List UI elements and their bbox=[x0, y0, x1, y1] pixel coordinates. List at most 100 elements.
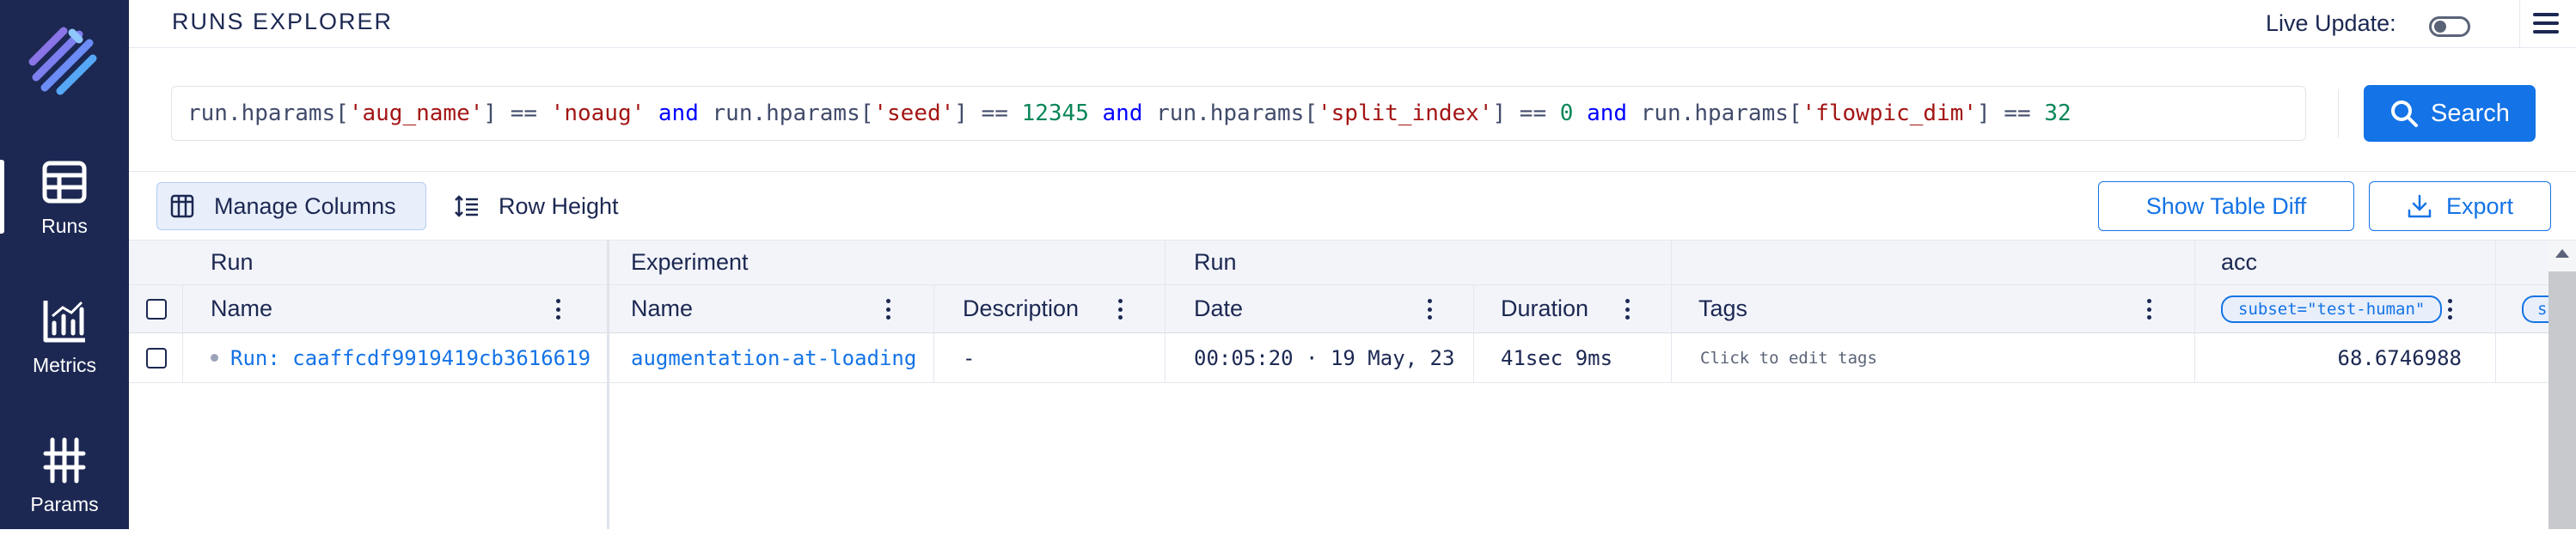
vertical-scrollbar[interactable] bbox=[2548, 241, 2576, 529]
group-run-info: Run bbox=[1194, 241, 1237, 284]
divider bbox=[1671, 333, 1672, 382]
group-acc-label: acc bbox=[2221, 249, 2258, 275]
column-header-tags[interactable]: Tags bbox=[1698, 285, 1747, 332]
column-header-name[interactable]: Name bbox=[211, 285, 272, 332]
divider bbox=[2194, 285, 2195, 332]
table-toolbar: Manage Columns Row Height Show Table Dif… bbox=[129, 172, 2576, 241]
column-menu-icon[interactable] bbox=[1427, 299, 1432, 320]
group-run-label: Run bbox=[211, 249, 254, 275]
pinned-column-divider[interactable] bbox=[607, 241, 609, 529]
aim-logo-icon[interactable] bbox=[26, 24, 100, 98]
page-title: RUNS EXPLORER bbox=[172, 9, 394, 34]
live-update-label: Live Update: bbox=[2266, 10, 2396, 36]
column-header-duration[interactable]: Duration bbox=[1501, 285, 1588, 332]
duration-value: 41sec 9ms bbox=[1501, 345, 1613, 370]
divider bbox=[1671, 285, 1672, 332]
show-table-diff-button[interactable]: Show Table Diff bbox=[2098, 181, 2354, 231]
group-experiment-label: Experiment bbox=[631, 249, 749, 275]
run-name-cell: Run: caaffcdf9919419cb3616619 bbox=[211, 333, 590, 382]
query-token: 'split_index' bbox=[1317, 100, 1493, 126]
query-token: 'noaug' bbox=[550, 100, 646, 126]
sidebar-item-runs[interactable]: Runs bbox=[0, 137, 129, 258]
params-icon bbox=[43, 437, 86, 483]
show-table-diff-label: Show Table Diff bbox=[2145, 192, 2307, 219]
column-header-label: Name bbox=[211, 295, 273, 321]
divider bbox=[933, 333, 934, 382]
menu-icon[interactable] bbox=[2531, 10, 2561, 36]
column-header-label: Description bbox=[963, 295, 1080, 321]
column-menu-icon[interactable] bbox=[2447, 299, 2452, 320]
search-divider bbox=[2338, 89, 2339, 137]
row-select-cell bbox=[146, 333, 167, 382]
sidebar-item-label: Runs bbox=[41, 214, 88, 237]
select-all-checkbox[interactable] bbox=[146, 298, 167, 320]
run-link[interactable]: Run: caaffcdf9919419cb3616619 bbox=[230, 346, 590, 370]
group-run: Run bbox=[211, 241, 254, 284]
chart-icon bbox=[43, 300, 85, 342]
row-height-label: Row Height bbox=[499, 192, 619, 219]
column-header-label: Duration bbox=[1501, 295, 1589, 321]
row-checkbox[interactable] bbox=[146, 347, 167, 368]
export-label: Export bbox=[2445, 192, 2514, 219]
query-input[interactable]: run.hparams[ 'aug_name' ] == 'noaug' and r… bbox=[171, 86, 2306, 141]
tags-cell[interactable]: Click to edit tags bbox=[1700, 333, 1877, 382]
group-acc: acc bbox=[2221, 241, 2257, 284]
download-icon bbox=[2408, 194, 2432, 218]
query-token: 'flowpic_dim' bbox=[1802, 100, 1978, 126]
row-height-icon bbox=[455, 195, 478, 217]
sidebar-item-label: Params bbox=[30, 492, 99, 515]
column-header-next[interactable]: s bbox=[2522, 285, 2548, 332]
table-row[interactable]: Run: caaffcdf9919419cb3616619 augmentati… bbox=[129, 333, 2548, 383]
column-menu-icon[interactable] bbox=[885, 299, 890, 320]
query-token: 'aug_name' bbox=[348, 100, 484, 126]
column-menu-icon[interactable] bbox=[1625, 299, 1630, 320]
column-header-label: Name bbox=[631, 295, 694, 321]
divider bbox=[1473, 333, 1474, 382]
query-token: and bbox=[1088, 100, 1157, 126]
column-menu-icon[interactable] bbox=[555, 299, 560, 320]
table-icon bbox=[42, 161, 87, 203]
run-status-dot-icon bbox=[211, 354, 218, 362]
scroll-thumb[interactable] bbox=[2548, 271, 2576, 529]
columns-icon bbox=[170, 194, 194, 218]
date-value: 00:05:20 · 19 May, 23 bbox=[1194, 345, 1455, 370]
column-menu-icon[interactable] bbox=[2146, 299, 2151, 320]
acc-value: 68.6746988 bbox=[2337, 345, 2463, 370]
divider bbox=[933, 285, 934, 332]
description-cell: - bbox=[963, 333, 975, 382]
sidebar-item-metrics[interactable]: Metrics bbox=[0, 277, 129, 397]
date-cell: 00:05:20 · 19 May, 23 bbox=[1194, 333, 1454, 382]
experiment-link[interactable]: augmentation-at-loading bbox=[631, 346, 916, 370]
experiment-cell: augmentation-at-loading bbox=[631, 333, 916, 382]
live-update-toggle[interactable] bbox=[2429, 16, 2470, 37]
query-token: run.hparams[ bbox=[712, 100, 874, 126]
column-header-description[interactable]: Description bbox=[963, 285, 1079, 332]
search-bar: run.hparams[ 'aug_name' ] == 'noaug' and r… bbox=[129, 48, 2576, 172]
column-header-date[interactable]: Date bbox=[1194, 285, 1243, 332]
runs-table: Run Experiment Run acc Name Name Descrip… bbox=[129, 241, 2548, 529]
table-column-header: Name Name Description Date Duration Tags… bbox=[129, 285, 2548, 333]
export-button[interactable]: Export bbox=[2369, 181, 2551, 231]
search-icon bbox=[2391, 100, 2419, 127]
divider bbox=[1165, 333, 1166, 382]
query-text: run.hparams[ 'aug_name' ] == 'noaug' and r… bbox=[187, 100, 2071, 126]
scroll-up-icon[interactable] bbox=[2555, 249, 2569, 258]
divider bbox=[182, 333, 183, 382]
row-height-button[interactable]: Row Height bbox=[444, 182, 619, 230]
query-token: 32 bbox=[2044, 100, 2071, 126]
manage-columns-button[interactable]: Manage Columns bbox=[156, 182, 426, 230]
divider bbox=[2495, 241, 2496, 284]
group-run-info-label: Run bbox=[1194, 249, 1237, 275]
column-menu-icon[interactable] bbox=[1117, 299, 1123, 320]
query-token: run.hparams[ bbox=[1156, 100, 1318, 126]
query-token: and bbox=[1573, 100, 1641, 126]
sidebar-item-params[interactable]: Params bbox=[0, 416, 129, 536]
column-header-acc[interactable]: subset="test-human" bbox=[2221, 285, 2443, 332]
column-header-experiment-name[interactable]: Name bbox=[631, 285, 693, 332]
search-button[interactable]: Search bbox=[2364, 85, 2536, 142]
query-token: ] == bbox=[1492, 100, 1560, 126]
group-experiment: Experiment bbox=[631, 241, 749, 284]
duration-cell: 41sec 9ms bbox=[1501, 333, 1612, 382]
sidebar: Runs Metrics Params bbox=[0, 0, 129, 529]
divider bbox=[1473, 285, 1474, 332]
